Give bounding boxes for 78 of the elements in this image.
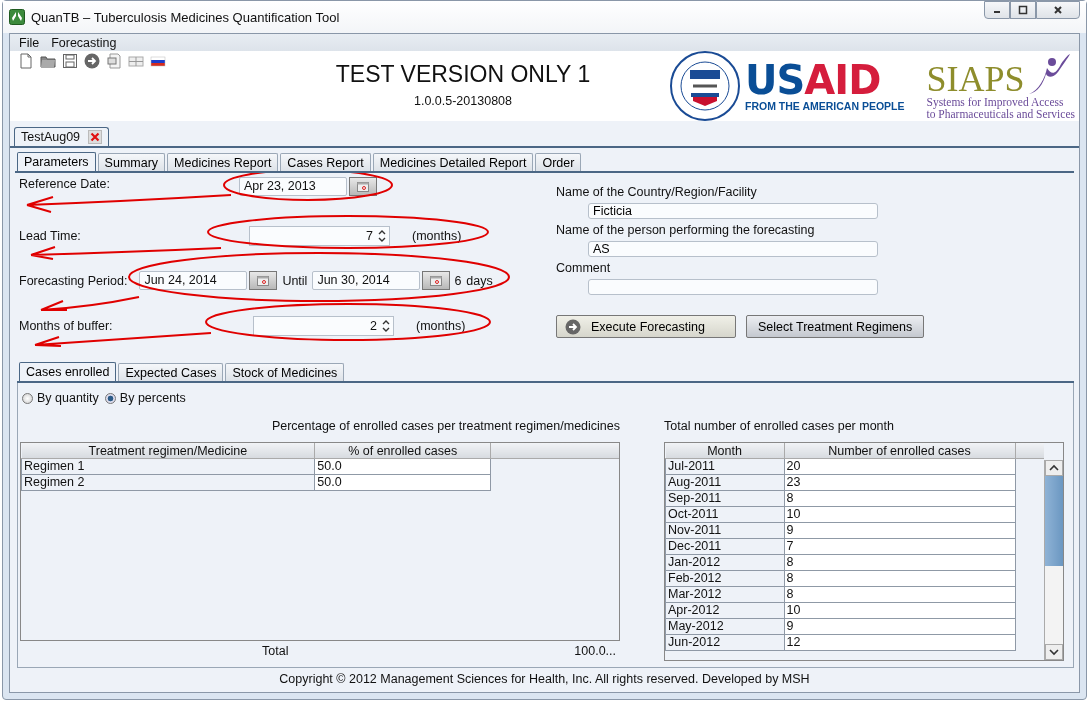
calendar-button[interactable]	[349, 177, 377, 196]
tab[interactable]: Summary	[97, 153, 166, 171]
number-spinner[interactable]: 2	[253, 315, 394, 336]
minimize-button[interactable]	[984, 1, 1010, 19]
calendar-icon	[357, 181, 369, 192]
text-field[interactable]: AS	[588, 241, 878, 257]
field-label: Name of the Country/Region/Facility	[556, 185, 758, 199]
text-field[interactable]: Ficticia	[588, 203, 878, 219]
maximize-icon	[1018, 5, 1028, 15]
spreadsheet-icon[interactable]	[106, 53, 122, 69]
tab[interactable]: Order	[535, 153, 582, 171]
document-tab[interactable]: TestAug09	[14, 127, 110, 146]
days-count: 6	[454, 273, 462, 288]
column-header: % of enrolled cases	[314, 443, 491, 459]
scroll-up-icon[interactable]	[1045, 460, 1063, 476]
window-title: QuanTB – Tuberculosis Medicines Quantification Tool	[31, 9, 341, 25]
date-field[interactable]: Jun 30, 2014	[312, 271, 421, 290]
tab[interactable]: Parameters	[17, 152, 96, 171]
column-header: Number of enrolled cases	[784, 443, 1015, 459]
spin-arrows-icon	[382, 319, 390, 332]
calendar-button[interactable]	[422, 271, 451, 290]
date-field[interactable]: Apr 23, 2013	[239, 177, 347, 196]
button[interactable]: Execute Forecasting	[556, 315, 736, 338]
unit-label: (months)	[416, 318, 466, 333]
table-caption: Percentage of enrolled cases per treatment regimen/medicines	[270, 419, 620, 433]
menu-item[interactable]: Forecasting	[51, 35, 117, 50]
calendar-icon	[430, 275, 443, 286]
menu-item[interactable]: File	[19, 35, 40, 50]
radio-button[interactable]: By quantity	[22, 391, 99, 405]
until-label: Until	[282, 273, 308, 288]
usaid-wordmark: USAID	[745, 60, 881, 100]
tab[interactable]: Cases Report	[280, 153, 371, 171]
tab[interactable]: Medicines Report	[167, 153, 279, 171]
new-file-icon[interactable]	[18, 53, 34, 69]
folder-icon[interactable]	[40, 53, 56, 69]
tab[interactable]: Stock of Medicines	[225, 363, 345, 381]
siaps-tagline: Systems for Improved Access	[926, 96, 1065, 108]
column-header: Month	[665, 443, 784, 459]
close-button[interactable]	[1036, 1, 1080, 19]
days-label: days	[466, 273, 493, 288]
flag-icon[interactable]	[150, 53, 166, 69]
app-banner-title: TEST VERSION ONLY 1	[335, 61, 591, 88]
field-label: Forecasting Period:	[19, 273, 128, 288]
scroll-down-icon[interactable]	[1045, 644, 1063, 660]
field-label: Lead Time:	[19, 228, 82, 243]
version-label: 1.0.0.5-20130808	[414, 94, 512, 108]
field-label: Months of buffer:	[19, 318, 114, 333]
siaps-wordmark: SIAPS	[926, 62, 1025, 96]
total-value: 100.0...	[574, 644, 616, 658]
column-header: Treatment regimen/Medicine	[21, 443, 315, 459]
scrollbar[interactable]	[1044, 460, 1063, 660]
copyright-text: Copyright © 2012 Management Sciences for Health, Inc. All rights reserved. Developed by MSH	[278, 671, 811, 688]
number-spinner[interactable]: 7	[249, 225, 390, 246]
field-label: Name of the person performing the forecasting	[556, 223, 816, 237]
table-caption: Total number of enrolled cases per month	[664, 419, 895, 433]
usaid-tagline: FROM THE AMERICAN PEOPLE	[745, 100, 905, 112]
lungs-icon	[9, 9, 25, 25]
grid-icon[interactable]	[128, 53, 144, 69]
tab[interactable]: Expected Cases	[118, 363, 224, 381]
unit-label: (months)	[412, 228, 462, 243]
tab[interactable]: Cases enrolled	[19, 362, 117, 381]
date-field[interactable]: Jun 24, 2014	[139, 271, 248, 290]
calendar-button[interactable]	[249, 271, 278, 290]
maximize-button[interactable]	[1010, 1, 1036, 19]
close-icon	[1053, 5, 1063, 15]
text-field[interactable]	[588, 279, 878, 295]
field-label: Comment	[556, 261, 612, 275]
radio-button[interactable]: By percents	[104, 391, 186, 405]
scroll-thumb[interactable]	[1045, 476, 1063, 566]
calendar-icon	[257, 275, 270, 286]
total-label: Total	[262, 644, 289, 658]
tab[interactable]: Medicines Detailed Report	[372, 153, 534, 171]
button[interactable]: Select Treatment Regimens	[746, 315, 925, 338]
floppy-icon[interactable]	[62, 53, 78, 69]
field-label: Reference Date:	[19, 177, 112, 191]
siaps-tagline: to Pharmaceuticals and Services	[926, 108, 1075, 120]
close-tab-icon[interactable]	[88, 130, 103, 144]
spin-arrows-icon	[378, 229, 386, 242]
